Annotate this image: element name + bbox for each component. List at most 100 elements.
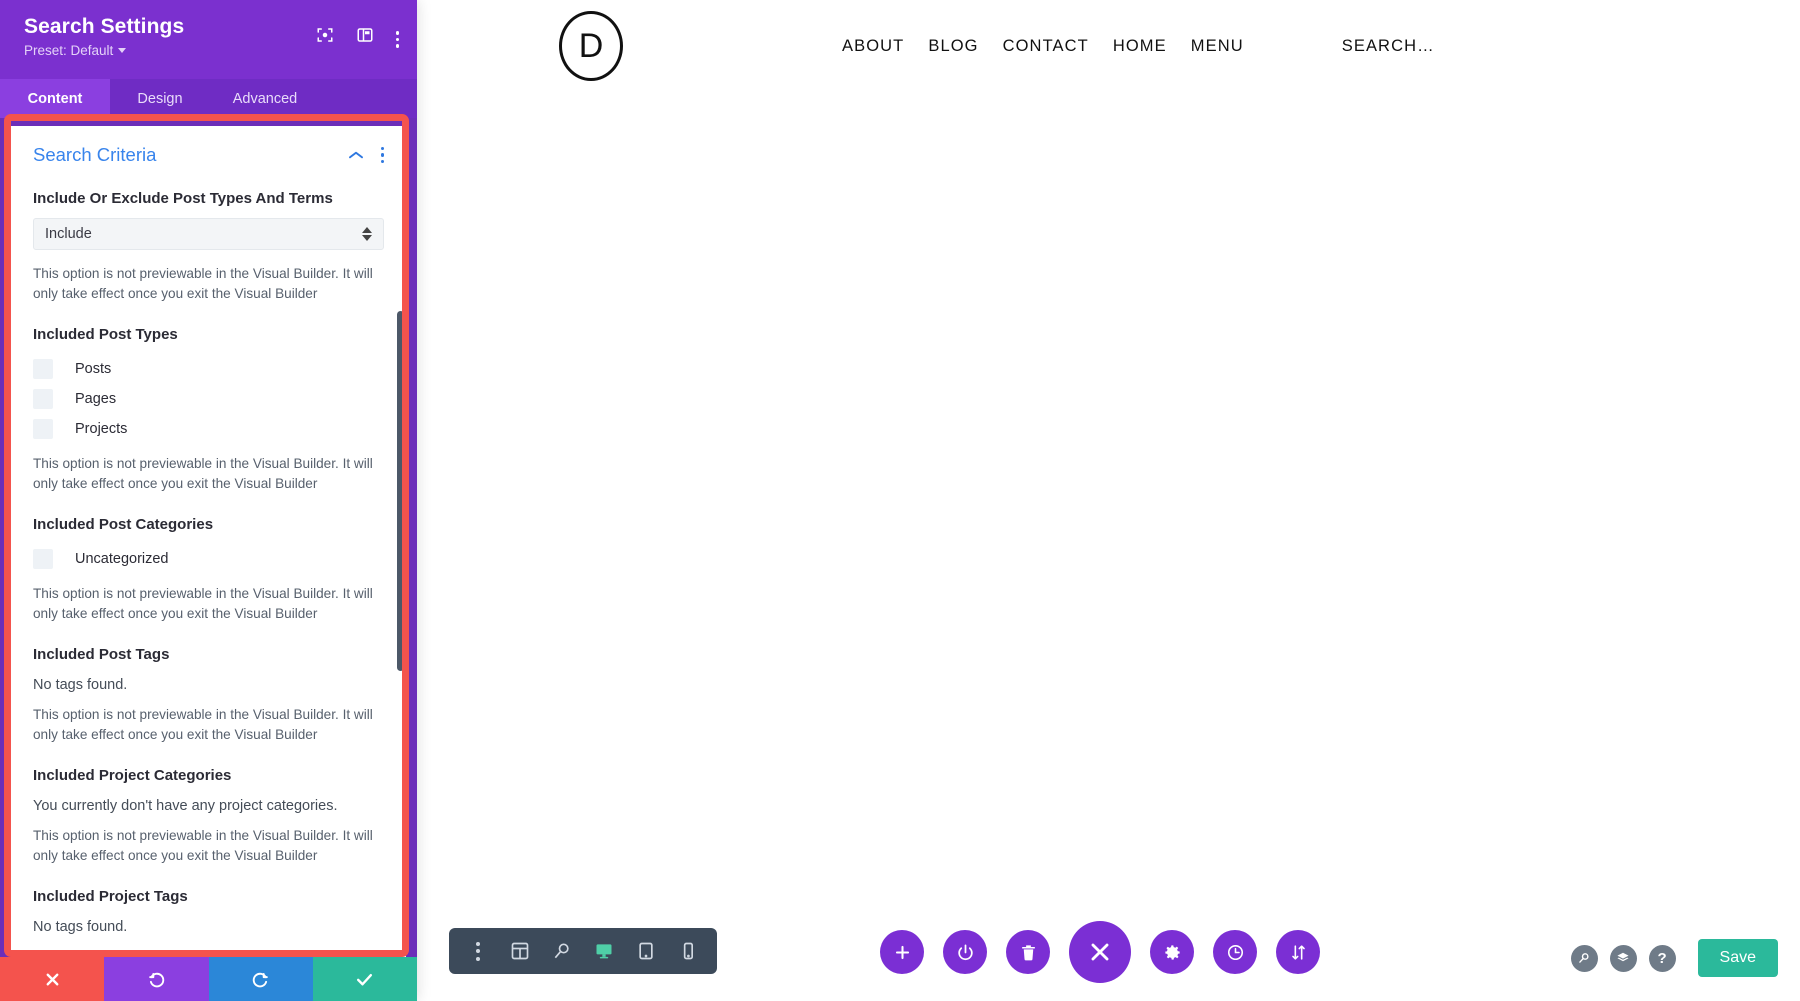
close-icon[interactable]	[1069, 921, 1131, 983]
checkbox-label: Posts	[75, 361, 112, 377]
panel-scrollbar[interactable]	[397, 311, 404, 671]
checkbox-row-uncategorized[interactable]: Uncategorized	[33, 544, 384, 574]
helper-text: This option is not previewable in the Vi…	[33, 828, 373, 863]
field-included-post-types: Included Post Types Posts Pages Projects	[33, 324, 384, 494]
more-vertical-icon[interactable]	[380, 146, 384, 164]
vb-action-bar	[880, 921, 1320, 983]
focus-icon[interactable]	[316, 26, 334, 44]
section-search-criteria-header[interactable]: Search Criteria	[33, 144, 384, 166]
save-button[interactable]	[312, 957, 417, 1001]
tablet-icon[interactable]	[627, 932, 665, 970]
search-module-placeholder[interactable]: SEARCH…	[1342, 37, 1435, 56]
search-icon[interactable]	[1570, 944, 1598, 972]
divi-logo-icon: D	[559, 11, 623, 81]
search-settings-panel: Search Settings Preset: Default Content	[0, 0, 417, 1001]
section-title: Search Criteria	[33, 144, 157, 165]
gear-icon[interactable]	[1150, 930, 1194, 974]
site-nav: ABOUT BLOG CONTACT HOME MENU SEARCH…	[830, 37, 1435, 56]
field-label: Included Post Tags	[33, 646, 170, 663]
field-label: Included Project Categories	[33, 767, 232, 784]
checkbox-row-projects[interactable]: Projects	[33, 414, 384, 444]
preset-selector[interactable]: Preset: Default	[24, 43, 316, 58]
check-icon	[357, 973, 373, 985]
site-logo[interactable]: D	[559, 11, 623, 81]
field-label: Include Or Exclude Post Types And Terms	[33, 190, 333, 207]
redo-icon	[252, 972, 268, 987]
checkbox-row-posts[interactable]: Posts	[33, 354, 384, 384]
vb-right-tools: ? Save	[1570, 939, 1778, 977]
close-icon	[46, 973, 59, 985]
field-label: Included Post Types	[33, 326, 178, 343]
field-included-project-tags: Included Project Tags No tags found.	[33, 886, 384, 938]
helper-text: This option is not previewable in the Vi…	[33, 266, 373, 301]
page-title: Search Settings	[24, 15, 185, 38]
field-included-post-categories: Included Post Categories Uncategorized T…	[33, 514, 384, 624]
checkbox-posts[interactable]	[33, 359, 53, 379]
checkbox-projects[interactable]	[33, 419, 53, 439]
app-root: D ABOUT BLOG CONTACT HOME MENU SEARCH… ?…	[0, 0, 1800, 1001]
more-vertical-icon[interactable]	[459, 932, 497, 970]
field-label: Included Post Categories	[33, 516, 214, 533]
trash-icon[interactable]	[1006, 930, 1050, 974]
field-included-post-tags: Included Post Tags No tags found. This o…	[33, 644, 384, 745]
chevron-down-icon	[118, 48, 127, 53]
helper-text: This option is not previewable in the Vi…	[33, 707, 373, 742]
panel-title-wrap: Search Settings Preset: Default	[24, 14, 316, 58]
panel-tabs: Content Design Advanced	[0, 79, 417, 118]
tab-content[interactable]: Content	[0, 79, 110, 118]
more-vertical-icon[interactable]	[395, 22, 399, 48]
empty-state-text: No tags found.	[33, 677, 128, 693]
checkbox-label: Uncategorized	[75, 551, 169, 567]
field-include-or-exclude: Include Or Exclude Post Types And Terms …	[33, 188, 384, 304]
site-preview: D ABOUT BLOG CONTACT HOME MENU SEARCH…	[417, 0, 1800, 1001]
site-header: D ABOUT BLOG CONTACT HOME MENU SEARCH…	[417, 0, 1800, 92]
tab-advanced[interactable]: Advanced	[210, 79, 320, 118]
cancel-button[interactable]	[0, 957, 105, 1001]
tab-design[interactable]: Design	[110, 79, 210, 118]
field-label: Included Project Tags	[33, 888, 188, 905]
chevron-up-icon[interactable]	[347, 150, 365, 160]
panel-body: Search Criteria Include Or Exclude Post …	[11, 126, 406, 957]
helper-text: This option is not previewable in the Vi…	[33, 586, 373, 621]
panel-footer	[0, 957, 417, 1001]
nav-item-menu[interactable]: MENU	[1179, 37, 1256, 56]
nav-item-home[interactable]: HOME	[1101, 37, 1179, 56]
include-exclude-select[interactable]: Include	[33, 218, 384, 250]
empty-state-text: You currently don't have any project cat…	[33, 798, 338, 814]
add-icon[interactable]	[880, 930, 924, 974]
checkbox-label: Pages	[75, 391, 117, 407]
phone-icon[interactable]	[669, 932, 707, 970]
checkbox-label: Projects	[75, 421, 128, 437]
checkbox-row-pages[interactable]: Pages	[33, 384, 384, 414]
undo-icon	[149, 972, 165, 987]
checkbox-pages[interactable]	[33, 389, 53, 409]
nav-item-contact[interactable]: CONTACT	[991, 37, 1101, 56]
wireframe-icon[interactable]	[501, 932, 539, 970]
panel-header: Search Settings Preset: Default	[0, 0, 417, 79]
redo-button[interactable]	[208, 957, 313, 1001]
save-button[interactable]: Save	[1697, 939, 1778, 977]
empty-state-text: No tags found.	[33, 919, 128, 935]
power-icon[interactable]	[943, 930, 987, 974]
history-icon[interactable]	[1213, 930, 1257, 974]
zoom-out-icon[interactable]	[543, 932, 581, 970]
panel-layout-icon[interactable]	[356, 26, 374, 44]
nav-item-blog[interactable]: BLOG	[916, 37, 990, 56]
field-included-project-categories: Included Project Categories You currentl…	[33, 765, 384, 866]
undo-button[interactable]	[104, 957, 209, 1001]
settings-scroll-area[interactable]: Search Criteria Include Or Exclude Post …	[11, 126, 406, 957]
panel-header-icons	[316, 14, 399, 48]
checkbox-uncategorized[interactable]	[33, 549, 53, 569]
help-icon[interactable]: ?	[1648, 944, 1676, 972]
desktop-icon[interactable]	[585, 932, 623, 970]
chevron-updown-icon	[362, 227, 372, 241]
select-value: Include	[45, 226, 92, 242]
vb-device-toolbar	[449, 928, 717, 974]
layers-icon[interactable]	[1609, 944, 1637, 972]
helper-text: This option is not previewable in the Vi…	[33, 456, 373, 491]
nav-item-about[interactable]: ABOUT	[830, 37, 916, 56]
sort-icon[interactable]	[1276, 930, 1320, 974]
preset-label: Preset: Default	[24, 43, 114, 58]
